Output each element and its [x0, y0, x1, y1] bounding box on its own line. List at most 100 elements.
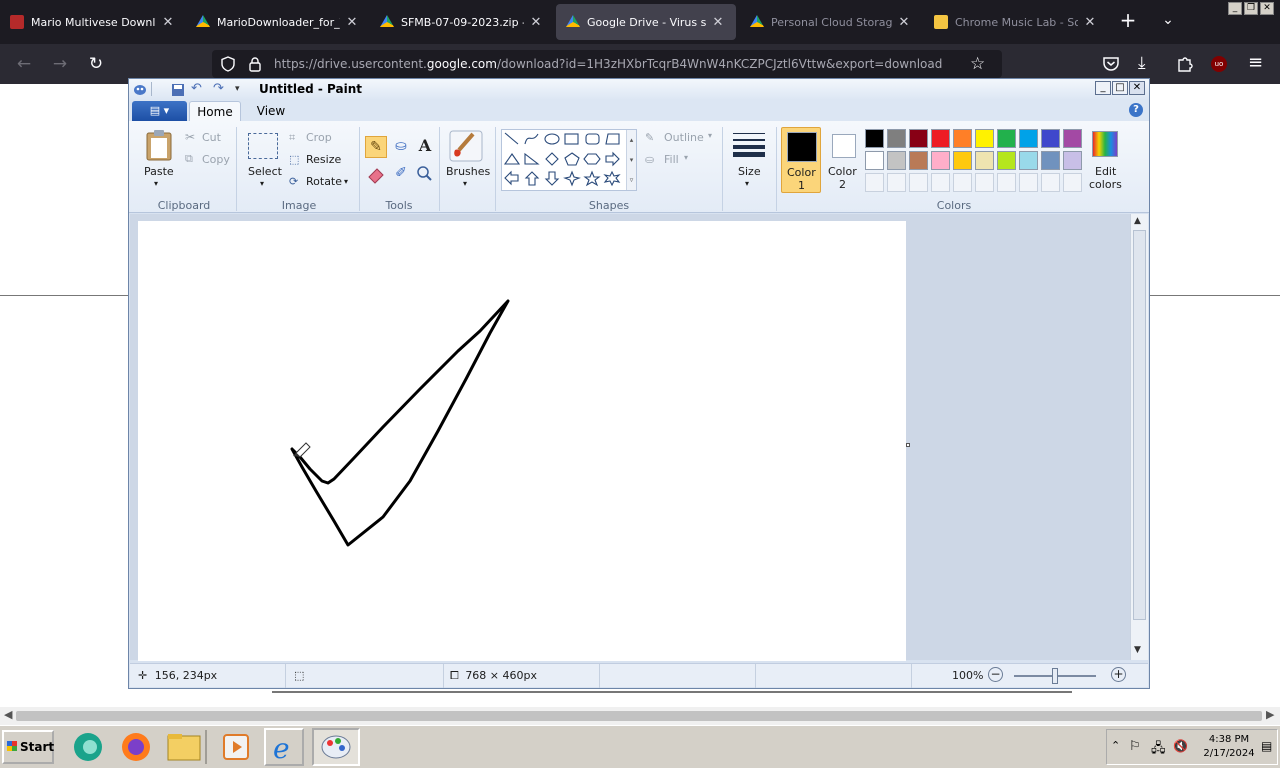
close-window-button[interactable]: ✕ [1260, 2, 1274, 15]
color-swatch[interactable] [865, 151, 884, 170]
select-icon[interactable] [248, 133, 278, 159]
size-button[interactable]: Size [738, 165, 761, 178]
color-swatch[interactable] [953, 151, 972, 170]
volume-muted-icon[interactable]: 🔇 [1173, 739, 1188, 753]
copy-button[interactable]: Copy [202, 153, 230, 166]
firefox-icon[interactable] [116, 728, 156, 766]
lock-icon[interactable] [248, 56, 262, 76]
custom-color-slot[interactable] [975, 173, 994, 192]
color-swatch[interactable] [1019, 129, 1038, 148]
scroll-right-icon[interactable]: ▶ [1266, 708, 1274, 721]
shapes-scroll-arrows[interactable]: ▴ ▾ ▿ [626, 130, 636, 190]
brushes-dropdown-icon[interactable]: ▾ [463, 179, 467, 188]
color-swatch[interactable] [931, 129, 950, 148]
outline-dropdown-icon[interactable]: ▾ [708, 131, 712, 140]
scrollbar-thumb[interactable] [1133, 230, 1146, 620]
edge-legacy-icon[interactable] [68, 728, 108, 766]
color2-button[interactable]: Color 2 [823, 127, 863, 193]
tab-personal-cloud-storage[interactable]: Personal Cloud Storage ✕ [740, 4, 922, 40]
edit-colors-icon[interactable] [1092, 131, 1118, 157]
customize-toolbar-icon[interactable]: ▾ [235, 82, 249, 96]
color-swatch[interactable] [887, 129, 906, 148]
custom-color-slot[interactable] [931, 173, 950, 192]
help-icon[interactable]: ? [1129, 103, 1143, 117]
select-dropdown-icon[interactable]: ▾ [260, 179, 264, 188]
custom-color-slot[interactable] [1041, 173, 1060, 192]
redo-icon[interactable]: ↷ [213, 82, 227, 96]
color-swatch[interactable] [975, 151, 994, 170]
close-icon[interactable]: ✕ [1082, 15, 1098, 30]
close-icon[interactable]: ✕ [160, 15, 176, 30]
color-picker-icon[interactable]: ✐ [390, 163, 412, 185]
action-center-flag-icon[interactable]: ⚐ [1129, 739, 1141, 754]
outline-button[interactable]: Outline [664, 131, 704, 144]
edit-colors-button[interactable]: Edit [1095, 165, 1116, 178]
reload-icon[interactable]: ↻ [84, 52, 108, 76]
paint-menu-button[interactable]: ▤ ▾ [132, 101, 187, 121]
eraser-icon[interactable] [365, 163, 387, 185]
download-icon[interactable]: ⤓ [1138, 53, 1146, 73]
save-icon[interactable] [171, 82, 185, 96]
paint-close-button[interactable]: ✕ [1129, 81, 1145, 95]
color-swatch[interactable] [865, 129, 884, 148]
tab-list-chevron-icon[interactable]: ⌄ [1156, 8, 1180, 32]
color-swatch[interactable] [975, 129, 994, 148]
color-swatch[interactable] [931, 151, 950, 170]
color-swatch[interactable] [953, 129, 972, 148]
tab-home[interactable]: Home [189, 101, 241, 121]
tab-mario-downloader[interactable]: MarioDownloader_for_Yo ✕ [186, 4, 370, 40]
fill-bucket-icon[interactable]: ⛀ [390, 136, 412, 158]
scroll-up-icon[interactable]: ▲ [1134, 216, 1141, 226]
zoom-in-icon[interactable]: + [1111, 667, 1126, 682]
new-tab-button[interactable]: + [1116, 8, 1140, 32]
zoom-slider-thumb[interactable] [1052, 668, 1058, 684]
pencil-icon[interactable]: ✎ [365, 136, 387, 158]
file-explorer-icon[interactable] [164, 728, 204, 766]
brushes-icon[interactable] [449, 130, 483, 166]
color-swatch[interactable] [887, 151, 906, 170]
custom-color-slot[interactable] [887, 173, 906, 192]
magnifier-icon[interactable] [414, 163, 436, 185]
color-swatch[interactable] [1063, 129, 1082, 148]
fill-button[interactable]: Fill [664, 153, 679, 166]
close-icon[interactable]: ✕ [344, 15, 360, 30]
paint-maximize-button[interactable]: □ [1112, 81, 1128, 95]
zoom-out-icon[interactable]: − [988, 667, 1003, 682]
tab-sfmb-zip[interactable]: SFMB-07-09-2023.zip - G ✕ [370, 4, 554, 40]
network-icon[interactable]: 🖧 [1151, 739, 1166, 761]
shield-icon[interactable] [220, 56, 236, 76]
custom-color-slot[interactable] [1063, 173, 1082, 192]
bookmark-star-icon[interactable]: ☆ [970, 54, 985, 74]
custom-color-slot[interactable] [953, 173, 972, 192]
internet-explorer-icon[interactable]: e [264, 728, 304, 766]
fill-dropdown-icon[interactable]: ▾ [684, 153, 688, 162]
color-swatch[interactable] [909, 129, 928, 148]
url-bar[interactable]: https://drive.usercontent.google.com/dow… [212, 50, 1002, 78]
undo-icon[interactable]: ↶ [191, 82, 205, 96]
paste-button[interactable]: Paste [144, 165, 174, 178]
tray-expand-chevron-icon[interactable]: ⌃ [1111, 739, 1120, 752]
tab-view[interactable]: View [249, 101, 293, 121]
back-arrow-icon[interactable]: ← [12, 52, 36, 76]
paste-dropdown-icon[interactable]: ▾ [154, 179, 158, 188]
crop-button[interactable]: Crop [306, 131, 332, 144]
tab-mario-multiverse[interactable]: Mario Multivese Download ✕ [0, 4, 186, 40]
size-dropdown-icon[interactable]: ▾ [745, 179, 749, 188]
forward-arrow-icon[interactable]: → [48, 52, 72, 76]
scroll-down-icon[interactable]: ▼ [1134, 645, 1141, 655]
rotate-button[interactable]: Rotate [306, 175, 342, 188]
color1-button[interactable]: Color 1 [781, 127, 821, 193]
custom-color-slot[interactable] [997, 173, 1016, 192]
scroll-left-icon[interactable]: ◀ [4, 708, 12, 721]
close-icon[interactable]: ✕ [896, 15, 912, 30]
tab-google-drive-virus-scan[interactable]: Google Drive - Virus scan ✕ [556, 4, 736, 40]
ublock-origin-icon[interactable]: uo [1211, 56, 1227, 72]
custom-color-slot[interactable] [1019, 173, 1038, 192]
custom-color-slot[interactable] [909, 173, 928, 192]
url-text[interactable]: https://drive.usercontent.google.com/dow… [274, 50, 942, 78]
page-horizontal-scrollbar[interactable]: ◀ ▶ [0, 707, 1280, 725]
select-button[interactable]: Select [248, 165, 282, 178]
restore-button[interactable]: ❐ [1244, 2, 1258, 15]
close-icon[interactable]: ✕ [528, 15, 544, 30]
canvas-vertical-scrollbar[interactable]: ▲ ▼ [1130, 214, 1148, 660]
